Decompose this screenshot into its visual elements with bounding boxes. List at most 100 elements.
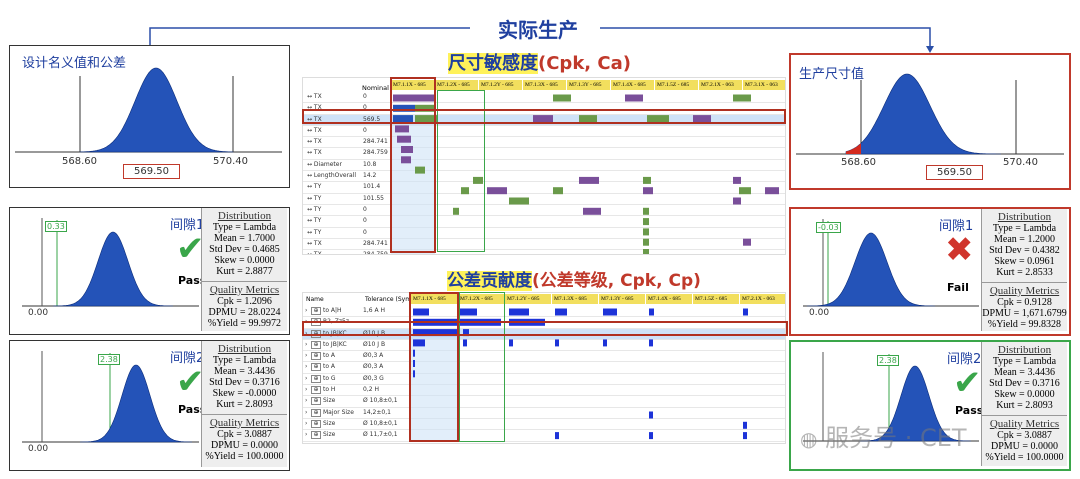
sensitivity-bar (733, 94, 751, 102)
marker-value: 0.33 (45, 221, 67, 232)
distribution-stat: Type = Lambda (212, 355, 277, 366)
sensitivity-bar (765, 187, 779, 195)
sensitivity-title: 尺寸敏感度(Cpk, Ca) (448, 49, 631, 75)
marker-value: 2.38 (877, 355, 899, 366)
sensitivity-bar (643, 218, 649, 226)
quality-metric: Cpk = 1.2096 (217, 296, 272, 307)
sensitivity-bars (391, 94, 779, 254)
quality-metrics-heading: Quality Metrics (989, 418, 1060, 430)
distribution-stat: Kurt = 2.8533 (996, 267, 1053, 278)
sens-highlight-column (390, 77, 436, 253)
quality-metric: %Yield = 100.0000 (205, 451, 284, 462)
distribution-stat: Std Dev = 0.3716 (989, 378, 1060, 389)
sensitivity-bar (739, 187, 751, 195)
nominal-value: 569.50 (926, 165, 983, 180)
axis-min: 568.60 (841, 157, 876, 168)
distribution-heading: Distribution (217, 343, 272, 355)
sensitivity-title-en: (Cpk, Ca) (538, 53, 631, 74)
contribution-bar (509, 339, 513, 347)
axis-max: 570.40 (1003, 157, 1038, 168)
cont-highlight-row (302, 321, 788, 336)
distribution-heading: Distribution (997, 344, 1052, 356)
axis-min: 568.60 (62, 156, 97, 167)
verdict-label: Fail (947, 281, 969, 294)
sensitivity-table: Nominal M7.1.1X - 685 M7.1.2X - 685 M7.1.2… (302, 77, 786, 255)
sensitivity-bar (643, 207, 649, 215)
distribution-stat: Skew = -0.0000 (212, 388, 277, 399)
contribution-bar (555, 339, 559, 347)
sens-highlight-row (302, 109, 786, 124)
contribution-bar (743, 421, 747, 429)
contribution-bar (603, 339, 607, 347)
stats-panel: Distribution Type = Lambda Mean = 3.4436 St… (981, 342, 1067, 466)
distribution-stat: Skew = 0.0961 (994, 256, 1055, 267)
gap1-pass-panel: 0.33 0.00 间隙1 ✔ Pass Distribution Type = Lambd… (9, 207, 290, 335)
watermark: ◍ 服务号 · CET (800, 418, 967, 453)
quality-metric: DPMU = 0.0000 (990, 441, 1059, 452)
cross-icon: ✖ (945, 230, 974, 270)
sensitivity-bar (743, 238, 751, 246)
sensitivity-bar (553, 94, 571, 102)
sensitivity-bar (643, 176, 651, 184)
distribution-stat: Mean = 1.7000 (214, 233, 275, 244)
distribution-stat: Skew = 0.0000 (214, 255, 275, 266)
nominal-value: 569.50 (123, 164, 180, 179)
quality-metric: %Yield = 100.0000 (985, 452, 1064, 463)
distribution-stat: Mean = 3.4436 (214, 366, 275, 377)
contribution-bar (649, 411, 653, 419)
contribution-title-cn: 公差贡献度 (447, 271, 532, 291)
sensitivity-bar (733, 197, 741, 205)
sensitivity-bar (643, 187, 653, 195)
design-nominal-panel: 设计名义值和公差 568.60 570.40 569.50 (9, 45, 290, 188)
stats-panel: Distribution Type = Lambda Mean = 3.4436 St… (201, 341, 287, 467)
quality-metric: %Yield = 99.9972 (207, 318, 282, 329)
verdict-label: Pass (955, 404, 984, 417)
quality-metrics-heading: Quality Metrics (209, 284, 280, 296)
axis-max: 570.40 (213, 156, 248, 167)
check-icon: ✔ (953, 363, 982, 403)
sensitivity-bar (579, 176, 599, 184)
contribution-bar (555, 432, 559, 440)
sensitivity-bar (583, 207, 601, 215)
gap1-fail-panel: -0.03 0.00 间隙1 ✖ Fail Distribution Type = Lamb… (789, 207, 1071, 336)
distribution-stat: Std Dev = 0.4685 (209, 244, 280, 255)
contribution-bar (649, 432, 653, 440)
distribution-heading: Distribution (997, 211, 1052, 223)
cont-highlight-column (409, 292, 459, 442)
sensitivity-bar (643, 249, 649, 254)
marker-value: -0.03 (816, 222, 841, 233)
quality-metrics-heading: Quality Metrics (989, 285, 1060, 297)
distribution-stat: Mean = 3.4436 (994, 367, 1055, 378)
quality-metric: Cpk = 0.9128 (997, 297, 1052, 308)
contribution-title-en: , Cpk, Cp) (607, 271, 701, 291)
distribution-stat: Skew = 0.0000 (994, 389, 1055, 400)
marker-value: 2.38 (98, 354, 120, 365)
sensitivity-bar (733, 176, 741, 184)
contribution-title-mid: (公差等级 (532, 271, 608, 291)
contribution-bar (509, 308, 529, 316)
distribution-stat: Std Dev = 0.3716 (209, 377, 280, 388)
sensitivity-bar (625, 94, 643, 102)
distribution-stat: Mean = 1.2000 (994, 234, 1055, 245)
distribution-stat: Kurt = 2.8093 (996, 400, 1053, 411)
distribution-stat: Type = Lambda (212, 222, 277, 233)
distribution-stat: Kurt = 2.8093 (216, 399, 273, 410)
stats-panel: Distribution Type = Lambda Mean = 1.7000 St… (201, 208, 287, 331)
wechat-icon: ◍ (800, 427, 818, 451)
contribution-title: 公差贡献度(公差等级, Cpk, Cp) (447, 266, 701, 291)
stats-panel: Distribution Type = Lambda Mean = 1.2000 St… (981, 209, 1067, 331)
contribution-bar (743, 308, 748, 316)
sensitivity-title-cn: 尺寸敏感度 (448, 53, 538, 74)
distribution-stat: Type = Lambda (992, 223, 1057, 234)
contribution-bars (411, 308, 748, 441)
quality-metric: DPMU = 0.0000 (210, 440, 279, 451)
contribution-bar (649, 339, 653, 347)
contribution-bar (555, 308, 567, 316)
watermark-text: 服务号 · CET (825, 424, 967, 452)
distribution-stat: Type = Lambda (992, 356, 1057, 367)
sensitivity-bar (487, 187, 507, 195)
gap2-pass-panel: 2.38 0.00 间隙2 ✔ Pass Distribution Type = Lambd… (9, 340, 290, 471)
quality-metric: Cpk = 3.0887 (217, 429, 272, 440)
quality-metric: %Yield = 99.8328 (987, 319, 1062, 330)
quality-metric: DPMU = 28.0224 (208, 307, 281, 318)
